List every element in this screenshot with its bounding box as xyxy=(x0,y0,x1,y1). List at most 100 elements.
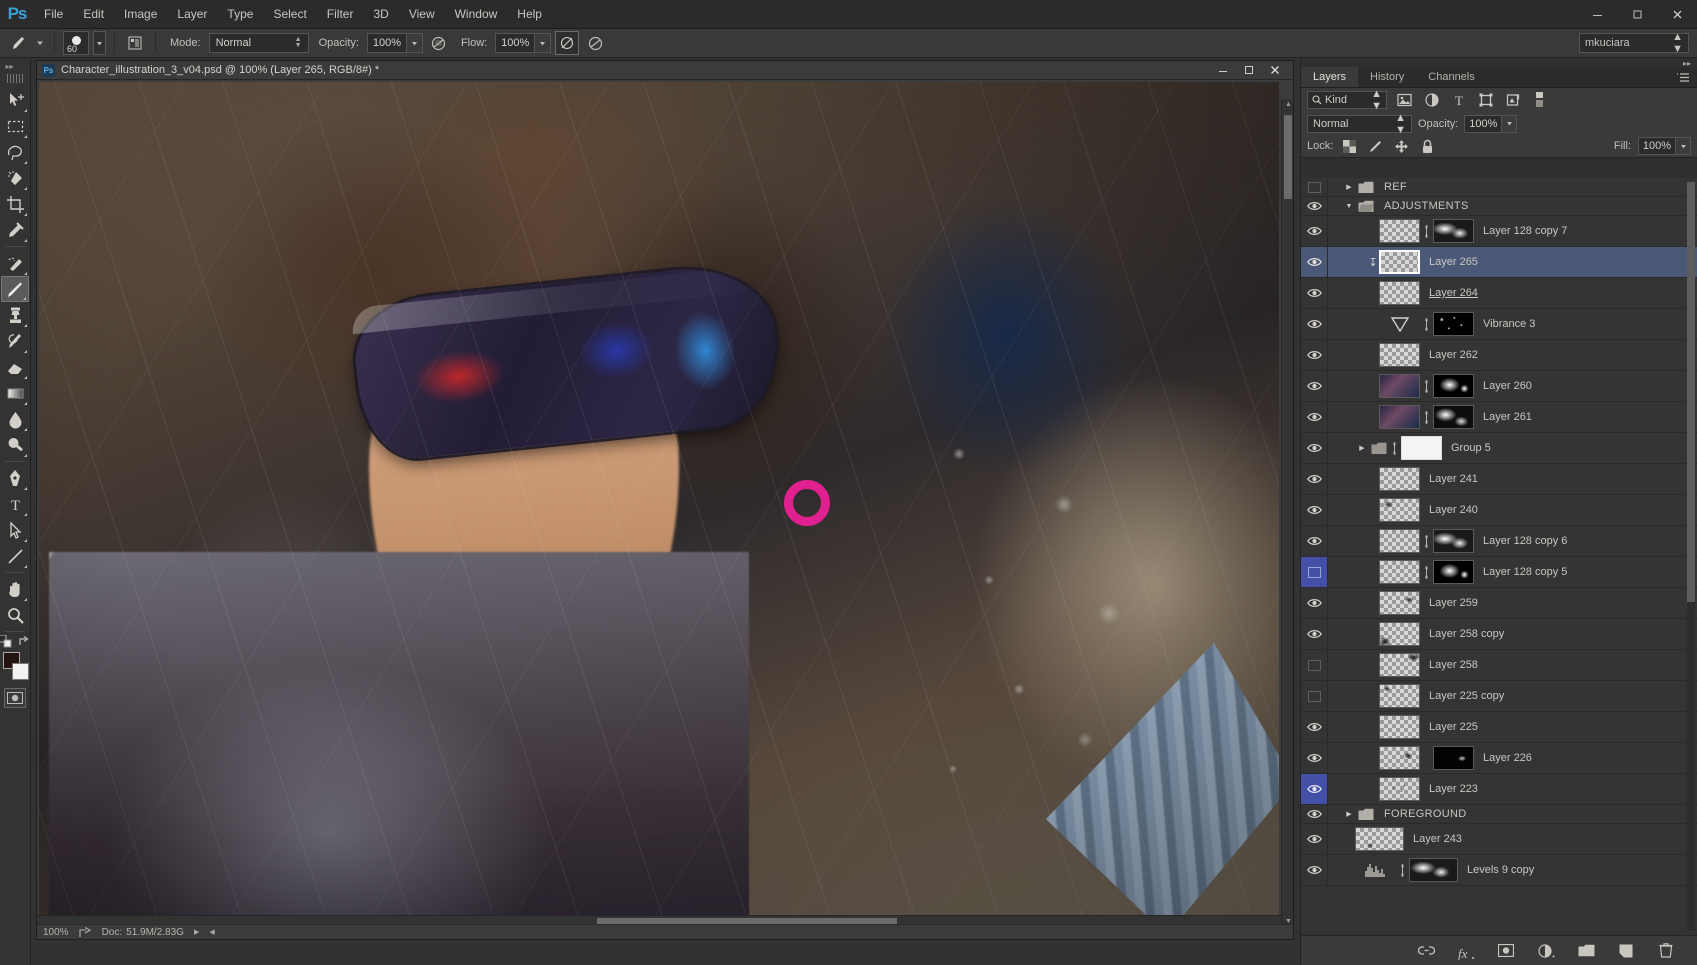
layer-name[interactable]: Layer 261 xyxy=(1474,411,1532,423)
brush-tool[interactable] xyxy=(1,276,29,302)
visibility-toggle[interactable] xyxy=(1301,824,1327,854)
layer-name[interactable]: Layer 128 copy 5 xyxy=(1474,566,1567,578)
layer-name[interactable]: Layer 243 xyxy=(1404,833,1462,845)
menu-type[interactable]: Type xyxy=(217,0,263,29)
tab-channels[interactable]: Channels xyxy=(1416,67,1487,87)
quick-selection-tool[interactable] xyxy=(1,165,29,191)
smartobject-filter-icon[interactable] xyxy=(1503,91,1522,110)
layer-row[interactable]: Layer 261 xyxy=(1301,402,1697,433)
menu-file[interactable]: File xyxy=(34,0,73,29)
menu-layer[interactable]: Layer xyxy=(167,0,217,29)
close-button[interactable] xyxy=(1657,0,1697,29)
layer-mask-thumbnail[interactable] xyxy=(1433,560,1474,584)
gradient-tool[interactable] xyxy=(1,380,29,406)
visibility-toggle[interactable] xyxy=(1301,197,1327,215)
maximize-button[interactable] xyxy=(1617,0,1657,29)
fill-value[interactable]: 100% xyxy=(1638,137,1676,155)
layer-mask-thumbnail[interactable] xyxy=(1433,219,1474,243)
rectangular-marquee-tool[interactable] xyxy=(1,113,29,139)
layer-opacity-value[interactable]: 100% xyxy=(1464,114,1503,133)
layer-row[interactable]: Layer 128 copy 6 xyxy=(1301,526,1697,557)
visibility-toggle[interactable] xyxy=(1301,774,1327,804)
filter-kind-select[interactable]: Kind ▲ ▼ xyxy=(1307,88,1387,112)
visibility-toggle[interactable] xyxy=(1301,588,1327,618)
spot-healing-brush-tool[interactable] xyxy=(1,250,29,276)
toolbar-drag-handle[interactable] xyxy=(7,74,23,83)
status-menu-arrow-icon[interactable]: ▶ xyxy=(194,928,199,936)
eyedropper-tool[interactable] xyxy=(1,217,29,243)
dodge-tool[interactable] xyxy=(1,432,29,458)
layer-name[interactable]: Group 5 xyxy=(1442,442,1491,454)
tab-layers[interactable]: Layers xyxy=(1301,67,1359,87)
layer-row[interactable]: Layer 128 copy 7 xyxy=(1301,216,1697,247)
lock-position-icon[interactable] xyxy=(1392,137,1411,156)
layer-thumbnail[interactable] xyxy=(1379,715,1420,739)
share-icon[interactable] xyxy=(79,926,92,938)
visibility-toggle[interactable] xyxy=(1301,178,1327,196)
visibility-toggle[interactable] xyxy=(1301,402,1327,432)
layer-name[interactable]: Layer 128 copy 7 xyxy=(1474,225,1567,237)
tab-history[interactable]: History xyxy=(1358,67,1417,87)
menu-edit[interactable]: Edit xyxy=(73,0,114,29)
lasso-tool[interactable] xyxy=(1,139,29,165)
layer-thumbnail[interactable] xyxy=(1379,250,1420,274)
move-tool[interactable] xyxy=(1,87,29,113)
layer-name[interactable]: REF xyxy=(1375,181,1407,193)
visibility-toggle[interactable] xyxy=(1301,526,1327,556)
layer-opacity-chevron-down-icon[interactable] xyxy=(1502,114,1518,133)
visibility-toggle[interactable] xyxy=(1301,681,1327,711)
layer-list-scrollbar[interactable] xyxy=(1687,182,1695,931)
layer-row-ref[interactable]: ▶ REF xyxy=(1301,178,1697,197)
layer-mask-thumbnail[interactable] xyxy=(1433,312,1474,336)
type-filter-icon[interactable]: T xyxy=(1449,91,1468,110)
layer-name[interactable]: Layer 259 xyxy=(1420,597,1478,609)
pixel-filter-icon[interactable] xyxy=(1395,91,1414,110)
filter-toggle-icon[interactable] xyxy=(1530,91,1549,110)
lock-transparency-icon[interactable] xyxy=(1340,137,1359,156)
layer-row-foreground[interactable]: ▶ FOREGROUND xyxy=(1301,805,1697,824)
layer-row[interactable]: Layer 225 xyxy=(1301,712,1697,743)
layer-thumbnail[interactable] xyxy=(1379,529,1420,553)
document-minimize-button[interactable] xyxy=(1210,61,1236,80)
layer-name[interactable]: Layer 264 xyxy=(1420,287,1478,299)
new-layer-icon[interactable] xyxy=(1617,942,1635,960)
visibility-toggle[interactable] xyxy=(1301,805,1327,823)
pen-tool[interactable] xyxy=(1,465,29,491)
visibility-toggle[interactable] xyxy=(1301,433,1327,463)
background-color-swatch[interactable] xyxy=(12,663,29,680)
layer-name[interactable]: Vibrance 3 xyxy=(1474,318,1535,330)
layer-row-selected[interactable]: ↧ Layer 265 xyxy=(1301,247,1697,278)
menu-view[interactable]: View xyxy=(399,0,445,29)
layer-thumbnail[interactable] xyxy=(1379,560,1420,584)
scroll-up-arrow-icon[interactable]: ▲ xyxy=(1285,101,1292,108)
visibility-toggle[interactable] xyxy=(1301,855,1327,885)
menu-help[interactable]: Help xyxy=(507,0,552,29)
layer-row[interactable]: Layer 262 xyxy=(1301,340,1697,371)
document-title-bar[interactable]: Ps Character_illustration_3_v04.psd @ 10… xyxy=(37,61,1293,80)
layer-mask-thumbnail[interactable] xyxy=(1433,405,1474,429)
layer-row-group5[interactable]: ▶ Group 5 xyxy=(1301,433,1697,464)
layer-name[interactable]: Layer 241 xyxy=(1420,473,1478,485)
visibility-toggle[interactable] xyxy=(1301,557,1327,587)
layer-row[interactable]: Layer 128 copy 5 xyxy=(1301,557,1697,588)
layer-row[interactable]: Layer 225 copy xyxy=(1301,681,1697,712)
layer-row[interactable]: Vibrance 3 xyxy=(1301,309,1697,340)
layer-name[interactable]: ADJUSTMENTS xyxy=(1375,200,1469,212)
line-tool[interactable] xyxy=(1,543,29,569)
visibility-toggle[interactable] xyxy=(1301,650,1327,680)
levels-adjustment-icon[interactable] xyxy=(1355,858,1396,882)
document-close-button[interactable] xyxy=(1262,61,1288,80)
default-colors-icon[interactable] xyxy=(0,635,12,648)
menu-3d[interactable]: 3D xyxy=(363,0,398,29)
opacity-value[interactable]: 100% xyxy=(366,33,407,53)
layer-thumbnail[interactable] xyxy=(1379,374,1420,398)
visibility-toggle[interactable] xyxy=(1301,247,1327,277)
layer-name[interactable]: Layer 260 xyxy=(1474,380,1532,392)
adjustment-filter-icon[interactable] xyxy=(1422,91,1441,110)
layer-thumbnail[interactable] xyxy=(1379,343,1420,367)
type-tool[interactable]: T xyxy=(1,491,29,517)
visibility-toggle[interactable] xyxy=(1301,743,1327,773)
layer-thumbnail[interactable] xyxy=(1379,684,1420,708)
menu-select[interactable]: Select xyxy=(263,0,316,29)
blur-tool[interactable] xyxy=(1,406,29,432)
